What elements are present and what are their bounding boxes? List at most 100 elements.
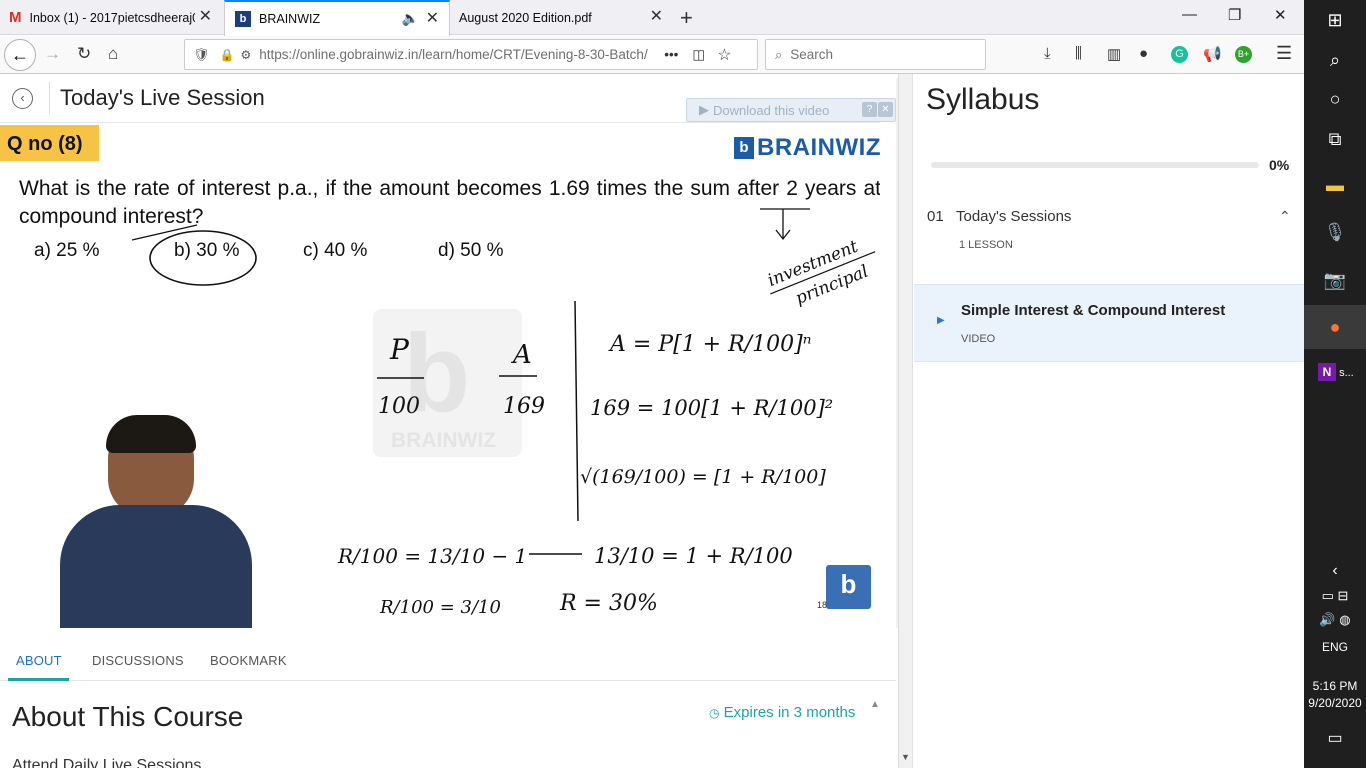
about-line: Attend Daily Live Sessions: [12, 757, 202, 768]
microphone-app-icon[interactable]: 🎙: [1304, 222, 1366, 243]
expiry-info: ◷ Expires in 3 months: [709, 704, 855, 721]
clock-time[interactable]: 5:16 PM: [1304, 679, 1366, 693]
search-bar[interactable]: ⌕ Search: [765, 39, 986, 70]
page-content: ‹ Today's Live Session ▶ Download this v…: [0, 74, 1305, 768]
minimize-icon[interactable]: —: [1182, 6, 1197, 23]
syllabus-title: Syllabus: [926, 83, 1040, 116]
progress-label: 0%: [1269, 157, 1290, 173]
tab-bookmark[interactable]: BOOKMARK: [210, 653, 287, 668]
page-scroll-down-icon[interactable]: ▼: [901, 752, 910, 762]
formula-line-1: A = P[1 + R/100]ⁿ: [608, 332, 812, 357]
about-scroll-up-icon[interactable]: ▲: [870, 699, 880, 710]
hand-p-label: P: [389, 333, 410, 366]
search-icon[interactable]: ⌕: [1304, 50, 1366, 71]
onenote-icon: N: [1318, 363, 1336, 381]
play-icon: ▶: [699, 102, 709, 117]
close-window-icon[interactable]: ✕: [1274, 6, 1287, 24]
onenote-label: s...: [1339, 367, 1354, 379]
expiry-text: Expires in 3 months: [723, 704, 856, 721]
task-view-icon[interactable]: ⧉: [1304, 129, 1366, 150]
tab-pdf[interactable]: August 2020 Edition.pdf ✕: [451, 0, 673, 35]
windows-start-icon[interactable]: ⊞: [1304, 10, 1366, 31]
account-icon[interactable]: ●: [1139, 45, 1148, 62]
tab-gmail[interactable]: M Inbox (1) - 2017pietcsdheeraj0 ✕: [0, 0, 222, 35]
close-tab-icon[interactable]: ✕: [426, 10, 439, 28]
instructor-webcam: [60, 413, 252, 628]
help-icon[interactable]: ?: [862, 102, 877, 117]
home-icon[interactable]: ⌂: [108, 44, 118, 64]
tab-bar: M Inbox (1) - 2017pietcsdheeraj0 ✕ b BRA…: [0, 0, 1304, 36]
speaker-icon[interactable]: 🔈: [402, 10, 419, 27]
firefox-icon[interactable]: ●: [1304, 305, 1366, 349]
camera-app-icon[interactable]: 📷: [1304, 270, 1366, 291]
back-icon[interactable]: ←: [4, 39, 36, 71]
download-icon[interactable]: ⤓: [1044, 45, 1051, 62]
vertical-divider: [574, 300, 579, 522]
forward-icon[interactable]: →: [44, 44, 61, 64]
video-player[interactable]: Q no (8) b BRAINWIZ What is the rate of …: [0, 123, 880, 628]
reload-icon[interactable]: ↻: [77, 44, 91, 64]
hand-a-value: 169: [503, 394, 545, 419]
nav-bar: ← → ↻ ⌂ 🛡 🔒 ⚙ https://online.gobrainwiz.…: [0, 36, 1304, 74]
tab-title: August 2020 Edition.pdf: [459, 10, 592, 25]
close-tab-icon[interactable]: ✕: [650, 8, 663, 26]
instructor-body: [60, 505, 252, 628]
permissions-icon[interactable]: ⚙: [240, 48, 251, 62]
url-text[interactable]: https://online.gobrainwiz.in/learn/home/…: [259, 47, 654, 62]
notifications-icon[interactable]: ▭: [1304, 728, 1366, 748]
lesson-item[interactable]: ▶ Simple Interest & Compound Interest VI…: [914, 284, 1305, 362]
windows-taskbar: ⊞ ⌕ ○ ⧉ ▬ 🎙 📷 ● N s... ‹ ▭ ⊟ 🔊 ◍ ENG 5:1…: [1304, 0, 1366, 768]
hand-p-value: 100: [378, 394, 420, 419]
megaphone-icon[interactable]: 📢: [1203, 45, 1222, 63]
sidebar-icon[interactable]: ▥: [1107, 45, 1121, 63]
lesson-type: VIDEO: [961, 333, 996, 345]
tab-title: Inbox (1) - 2017pietcsdheeraj0: [29, 10, 195, 25]
onenote-app[interactable]: N s...: [1304, 363, 1366, 381]
play-triangle-icon: ▶: [937, 315, 945, 326]
new-tab-icon[interactable]: +: [680, 5, 693, 31]
tray-icons[interactable]: ▭ ⊟: [1304, 588, 1366, 604]
tab-title: BRAINWIZ: [259, 12, 321, 26]
download-video-button[interactable]: ▶ Download this video ? ✕: [686, 98, 896, 122]
clock-date[interactable]: 9/20/2020: [1304, 696, 1366, 710]
search-icon: ⌕: [775, 46, 783, 62]
formula-line-3: √(169/100) = [1 + R/100]: [580, 466, 826, 488]
chevron-up-icon[interactable]: ⌃: [1279, 208, 1291, 225]
section-header[interactable]: 01 Today's Sessions 1 LESSON ⌃: [913, 192, 1305, 284]
instructor-hair: [106, 415, 196, 453]
pocket-icon[interactable]: ◫: [692, 47, 705, 63]
menu-icon[interactable]: ☰: [1276, 43, 1292, 64]
page-actions-icon[interactable]: •••: [664, 47, 678, 62]
url-bar[interactable]: 🛡 🔒 ⚙ https://online.gobrainwiz.in/learn…: [184, 39, 758, 70]
page-scrollbar[interactable]: ▼: [898, 74, 912, 768]
lock-icon[interactable]: 🔒: [220, 48, 235, 62]
syllabus-panel: Syllabus 0% 01 Today's Sessions 1 LESSON…: [912, 74, 1305, 768]
shield-icon[interactable]: 🛡: [193, 47, 210, 63]
gmail-icon: M: [9, 9, 22, 26]
tab-about[interactable]: ABOUT: [16, 653, 62, 668]
file-explorer-icon[interactable]: ▬: [1304, 175, 1366, 196]
library-icon[interactable]: ⫼: [1075, 45, 1082, 62]
tab-discussions[interactable]: DISCUSSIONS: [92, 653, 184, 668]
tab-brainwiz[interactable]: b BRAINWIZ 🔈 ✕: [224, 0, 450, 36]
formula-line-5: R/100 = 13/10 − 1: [337, 544, 527, 568]
answer-circle: [149, 230, 257, 286]
grammarly-icon[interactable]: G: [1171, 46, 1188, 63]
extension-icon[interactable]: B+: [1235, 46, 1252, 63]
language-indicator[interactable]: ENG: [1304, 640, 1366, 654]
back-circle-icon[interactable]: ‹: [12, 88, 33, 109]
close-download-icon[interactable]: ✕: [878, 102, 893, 117]
bookmark-star-icon[interactable]: ☆: [717, 45, 731, 65]
formula-line-2: 169 = 100[1 + R/100]²: [590, 396, 833, 420]
clock-icon: ◷: [709, 706, 720, 720]
about-section: About This Course ◷ Expires in 3 months …: [0, 681, 884, 768]
search-placeholder: Search: [790, 47, 834, 62]
content-tabs: ABOUT DISCUSSIONS BOOKMARK: [0, 639, 896, 681]
about-title: About This Course: [12, 701, 244, 732]
close-tab-icon[interactable]: ✕: [199, 8, 212, 26]
volume-network-icons[interactable]: 🔊 ◍: [1304, 612, 1366, 628]
cortana-icon[interactable]: ○: [1304, 89, 1366, 110]
restore-icon[interactable]: ❐: [1228, 6, 1241, 24]
show-hidden-icons-icon[interactable]: ‹: [1304, 562, 1366, 580]
header-divider: [49, 82, 50, 114]
